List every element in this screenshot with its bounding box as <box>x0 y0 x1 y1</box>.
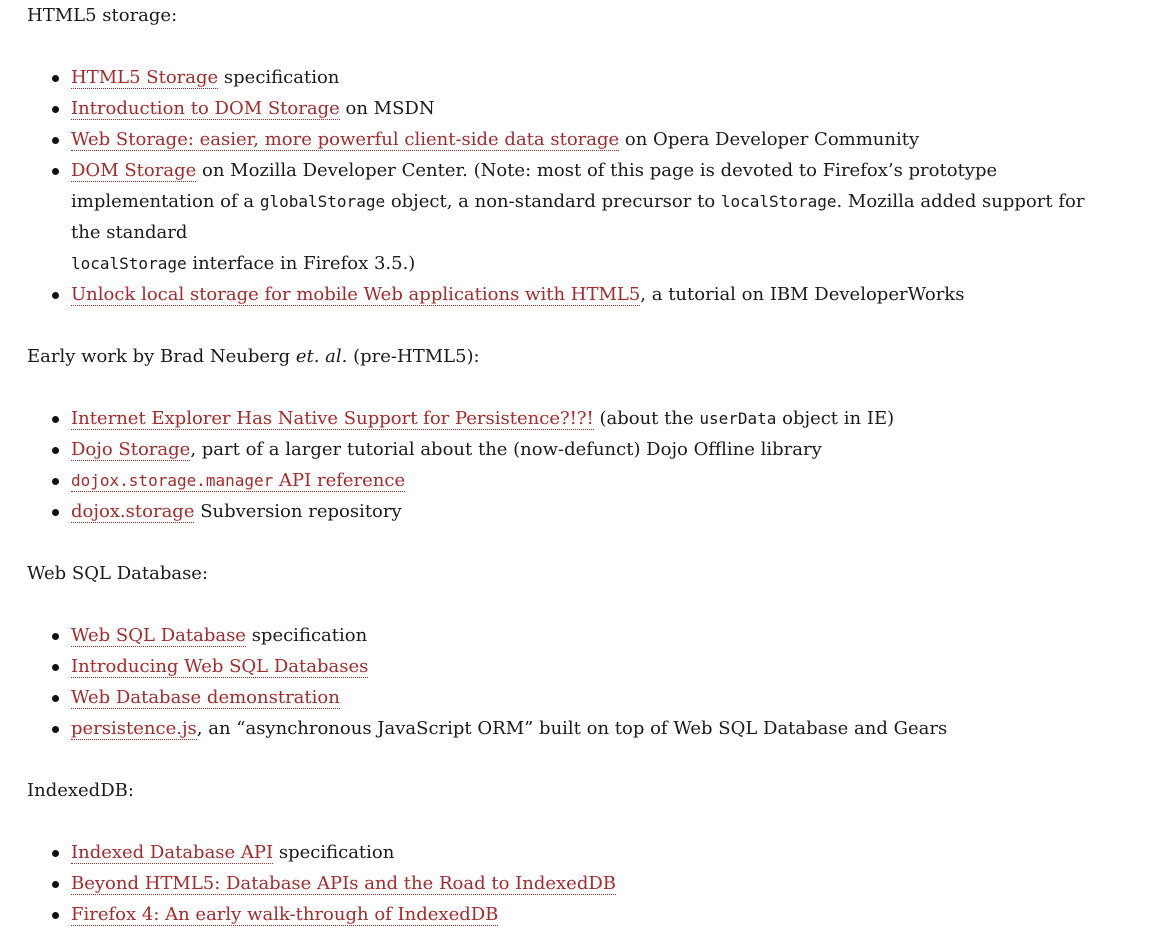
heading-text: (pre-HTML5): <box>347 346 480 367</box>
link-introducing-web-sql[interactable]: Introducing Web SQL Databases <box>71 656 369 678</box>
list-item: Introduction to DOM Storage on MSDN <box>27 93 1117 124</box>
item-text: object in IE) <box>776 408 895 429</box>
item-text: , an “asynchronous JavaScript ORM” built… <box>196 718 948 739</box>
link-indexed-db-api-spec[interactable]: Indexed Database API <box>71 842 274 864</box>
item-text: , part of a larger tutorial about the (n… <box>190 439 822 460</box>
link-web-sql-spec[interactable]: Web SQL Database <box>71 625 246 647</box>
item-text: specification <box>218 67 340 88</box>
bullet-icon <box>52 447 59 454</box>
item-text: Subversion repository <box>194 501 402 522</box>
link-intro-dom-storage[interactable]: Introduction to DOM Storage <box>71 98 340 120</box>
section-heading-early-work: Early work by Brad Neuberg et. al. (pre-… <box>27 341 1117 372</box>
list-item: Web Database demonstration <box>27 682 1117 713</box>
link-code-text: dojox.storage.manager <box>71 471 274 490</box>
bullet-icon <box>52 633 59 640</box>
list-item: Dojo Storage, part of a larger tutorial … <box>27 434 1117 465</box>
code-local-storage: localStorage <box>71 254 187 273</box>
bullet-icon <box>52 416 59 423</box>
list-item: Internet Explorer Has Native Support for… <box>27 403 1117 434</box>
link-dojox-storage-repo[interactable]: dojox.storage <box>71 501 195 523</box>
bullet-icon <box>52 850 59 857</box>
bullet-icon <box>52 912 59 919</box>
link-web-db-demo[interactable]: Web Database demonstration <box>71 687 340 709</box>
list-item: persistence.js, an “asynchronous JavaScr… <box>27 713 1117 744</box>
list-item: Unlock local storage for mobile Web appl… <box>27 279 1117 310</box>
item-text: object, a non-standard precursor to <box>385 191 721 212</box>
bullet-icon <box>52 137 59 144</box>
html5-storage-list: HTML5 Storage specification Introduction… <box>27 62 1117 310</box>
item-text: (about the <box>593 408 700 429</box>
list-item: Indexed Database API specification <box>27 837 1117 868</box>
web-sql-list: Web SQL Database specification Introduci… <box>27 620 1117 744</box>
link-dom-storage-mdc[interactable]: DOM Storage <box>71 160 197 182</box>
link-html5-storage-spec[interactable]: HTML5 Storage <box>71 67 219 89</box>
list-item: Firefox 4: An early walk-through of Inde… <box>27 899 1117 930</box>
bullet-icon <box>52 168 59 175</box>
bullet-icon <box>52 509 59 516</box>
list-item: DOM Storage on Mozilla Developer Center.… <box>27 155 1117 279</box>
bullet-icon <box>52 664 59 671</box>
section-heading-indexeddb: IndexedDB: <box>27 780 134 801</box>
link-ie-persistence[interactable]: Internet Explorer Has Native Support for… <box>71 408 594 430</box>
list-item: HTML5 Storage specification <box>27 62 1117 93</box>
link-persistence-js[interactable]: persistence.js <box>71 718 197 740</box>
list-item: dojox.storage Subversion repository <box>27 496 1117 527</box>
code-local-storage: localStorage <box>720 192 837 211</box>
link-unlock-local-storage[interactable]: Unlock local storage for mobile Web appl… <box>71 284 641 306</box>
resource-list-page: HTML5 storage: HTML5 Storage specificati… <box>27 0 1117 930</box>
indexeddb-list: Indexed Database API specification Beyon… <box>27 837 1117 930</box>
link-web-storage-opera[interactable]: Web Storage: easier, more powerful clien… <box>71 129 620 151</box>
list-item: Web SQL Database specification <box>27 620 1117 651</box>
list-item: Web Storage: easier, more powerful clien… <box>27 124 1117 155</box>
code-userdata: userData <box>699 409 777 428</box>
item-text: , a tutorial on IBM DeveloperWorks <box>640 284 965 305</box>
link-text: API reference <box>273 470 406 491</box>
list-item: dojox.storage.manager API reference <box>27 465 1117 496</box>
link-beyond-html5[interactable]: Beyond HTML5: Database APIs and the Road… <box>71 873 617 895</box>
link-dojo-storage[interactable]: Dojo Storage <box>71 439 191 461</box>
link-firefox4-indexeddb[interactable]: Firefox 4: An early walk-through of Inde… <box>71 904 499 926</box>
link-dojox-storage-manager-api[interactable]: dojox.storage.manager API reference <box>71 470 406 492</box>
section-heading-web-sql: Web SQL Database: <box>27 563 209 584</box>
item-text: specification <box>245 625 368 646</box>
bullet-icon <box>52 106 59 113</box>
section-heading-html5-storage: HTML5 storage: <box>27 5 178 26</box>
heading-text: Early work by Brad Neuberg <box>27 346 296 367</box>
list-item: Beyond HTML5: Database APIs and the Road… <box>27 868 1117 899</box>
bullet-icon <box>52 881 59 888</box>
bullet-icon <box>52 695 59 702</box>
bullet-icon <box>52 726 59 733</box>
item-text: on Opera Developer Community <box>619 129 920 150</box>
bullet-icon <box>52 292 59 299</box>
bullet-icon <box>52 75 59 82</box>
heading-italic-text: et. al. <box>295 346 348 367</box>
bullet-icon <box>52 478 59 485</box>
code-global-storage: globalStorage <box>259 192 386 211</box>
early-work-list: Internet Explorer Has Native Support for… <box>27 403 1117 527</box>
item-text: on MSDN <box>339 98 435 119</box>
item-text: specification <box>273 842 395 863</box>
list-item: Introducing Web SQL Databases <box>27 651 1117 682</box>
item-text: interface in Firefox 3.5.) <box>186 253 416 274</box>
